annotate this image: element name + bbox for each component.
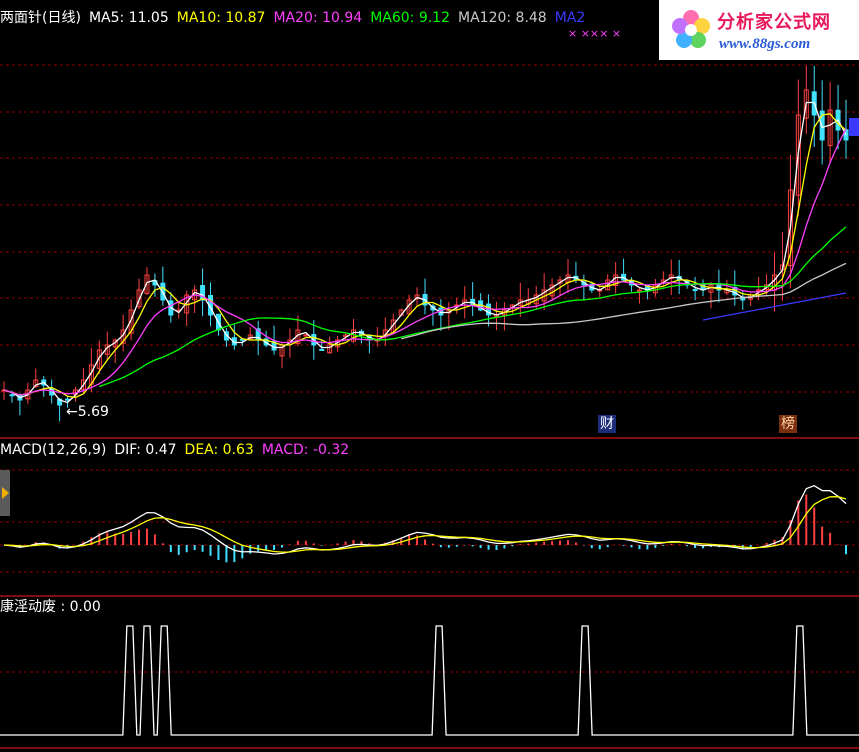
ma10-line xyxy=(3,113,847,399)
macd-label: MACD: -0.32 xyxy=(261,442,350,458)
low-price-label: ←5.69 xyxy=(66,404,109,420)
indicator-label: 康淫动废 : 0.00 xyxy=(0,599,101,615)
ma20-label: MA20: 10.94 xyxy=(273,10,363,26)
ma250-label: MA2 xyxy=(554,10,586,26)
candle-body xyxy=(319,348,325,351)
panel-expand-arrow[interactable] xyxy=(0,470,10,516)
logo-url: www.88gs.com xyxy=(719,36,811,52)
ma120-label: MA120: 8.48 xyxy=(458,10,547,26)
ma10-label: MA10: 10.87 xyxy=(176,10,266,26)
indicator-header: 康淫动废 : 0.00 xyxy=(0,598,109,616)
signal-marks: × ××× × xyxy=(568,27,622,40)
candle-body xyxy=(636,289,642,292)
stock-name: 两面针(日线) xyxy=(0,10,81,26)
indicator-pulse-line xyxy=(0,625,859,736)
macd-header: MACD(12,26,9) DIF: 0.47 DEA: 0.63 MACD: -0.… xyxy=(0,441,357,459)
candle-body xyxy=(692,289,698,292)
chart-canvas xyxy=(0,64,859,749)
ma5-line xyxy=(3,101,847,404)
macd-name: MACD(12,26,9) xyxy=(0,442,107,458)
logo-chinese-text: 分析家公式网 xyxy=(717,12,831,33)
candle-body xyxy=(9,394,15,397)
ma60-label: MA60: 9.12 xyxy=(370,10,450,26)
main-chart-header: 两面针(日线) MA5: 11.05 MA10: 10.87 MA20: 10.94 M… xyxy=(0,9,593,27)
candle-body xyxy=(65,398,71,401)
candle-body xyxy=(303,334,309,337)
flower-logo-icon xyxy=(672,10,710,48)
price-scale-marker xyxy=(849,118,859,136)
rank-tag[interactable]: 榜 xyxy=(779,415,797,433)
finance-tag[interactable]: 财 xyxy=(598,415,616,433)
dea-label: DEA: 0.63 xyxy=(184,442,254,458)
dif-label: DIF: 0.47 xyxy=(114,442,177,458)
ma5-label: MA5: 11.05 xyxy=(88,10,169,26)
site-logo: 分析家公式网 www.88gs.com xyxy=(659,0,859,60)
ma20-line xyxy=(3,128,847,396)
arrow-right-icon xyxy=(2,487,9,499)
